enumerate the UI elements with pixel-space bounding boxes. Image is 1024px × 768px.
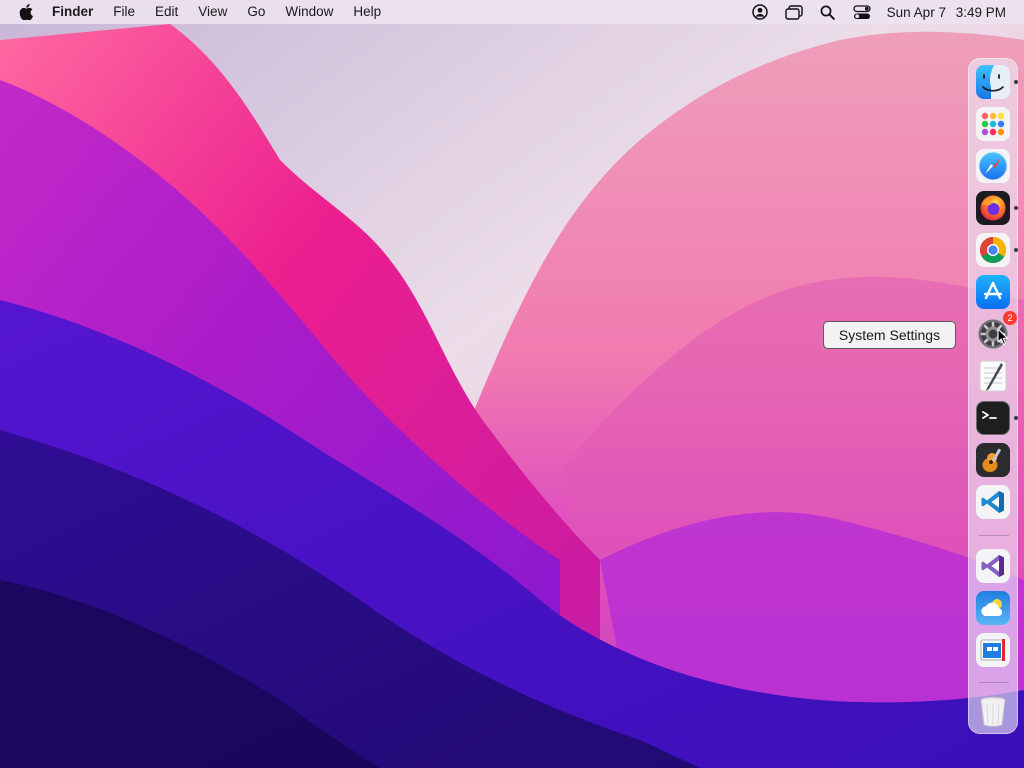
- remote-desktop-icon: [980, 639, 1005, 661]
- trash-icon: [980, 696, 1006, 727]
- menu-edit[interactable]: Edit: [145, 0, 188, 24]
- notification-badge: 2: [1003, 311, 1017, 325]
- user-account-icon[interactable]: [751, 3, 769, 21]
- dock-item-weather[interactable]: [976, 591, 1010, 625]
- screen-mirroring-icon[interactable]: [784, 3, 803, 21]
- dock-item-terminal[interactable]: [976, 401, 1010, 435]
- dock-item-firefox[interactable]: [976, 191, 1010, 225]
- firefox-icon: [980, 195, 1006, 221]
- dock: 2: [968, 58, 1018, 734]
- clock-time: 3:49 PM: [955, 4, 1006, 20]
- running-indicator-firefox: [1014, 206, 1018, 210]
- running-indicator-chrome: [1014, 248, 1018, 252]
- vscode-icon: [981, 491, 1004, 513]
- safari-icon: [978, 151, 1008, 181]
- dock-item-vscode[interactable]: [976, 485, 1010, 519]
- dock-item-launchpad[interactable]: [976, 107, 1010, 141]
- textedit-icon: [979, 360, 1007, 392]
- dock-item-textedit[interactable]: [976, 359, 1010, 393]
- dock-item-garageband[interactable]: [976, 443, 1010, 477]
- menu-bar-left: Finder File Edit View Go Window Help: [0, 0, 391, 24]
- dock-item-visual-studio[interactable]: [976, 549, 1010, 583]
- menu-bar: Finder File Edit View Go Window Help Sun…: [0, 0, 1024, 24]
- running-indicator-terminal: [1014, 416, 1018, 420]
- menu-window[interactable]: Window: [275, 0, 343, 24]
- menu-bar-clock[interactable]: Sun Apr 7 3:49 PM: [887, 5, 1006, 20]
- weather-icon: [981, 599, 1003, 616]
- chrome-icon: [979, 237, 1007, 264]
- dock-item-remote-desktop[interactable]: [976, 633, 1010, 667]
- desktop-wallpaper: [0, 0, 1024, 768]
- desktop: Finder File Edit View Go Window Help Sun…: [0, 0, 1024, 768]
- menu-view[interactable]: View: [188, 0, 237, 24]
- menu-help[interactable]: Help: [343, 0, 391, 24]
- visual-studio-icon: [981, 555, 1004, 577]
- dock-separator: [979, 535, 1009, 536]
- dock-item-app-store[interactable]: [976, 275, 1010, 309]
- spotlight-search-icon[interactable]: [819, 3, 837, 21]
- menu-file[interactable]: File: [103, 0, 145, 24]
- apple-logo-icon[interactable]: [0, 0, 52, 24]
- dock-item-safari[interactable]: [976, 149, 1010, 183]
- menu-bar-right: Sun Apr 7 3:49 PM: [743, 0, 1024, 24]
- garageband-icon: [982, 448, 1001, 472]
- menu-go[interactable]: Go: [237, 0, 275, 24]
- mouse-cursor-icon: [997, 328, 1009, 346]
- control-center-icon[interactable]: [853, 3, 871, 21]
- dock-item-trash[interactable]: [976, 695, 1010, 729]
- launchpad-icon: [981, 112, 1005, 136]
- dock-item-chrome[interactable]: [976, 233, 1010, 267]
- terminal-icon: [982, 411, 997, 419]
- dock-item-finder[interactable]: [976, 65, 1010, 99]
- finder-icon: [976, 65, 1010, 99]
- app-store-icon: [983, 281, 1003, 300]
- dock-tooltip: System Settings: [823, 321, 956, 349]
- menu-app-finder[interactable]: Finder: [52, 0, 103, 24]
- running-indicator-finder: [1014, 80, 1018, 84]
- dock-separator: [979, 682, 1009, 683]
- clock-date: Sun Apr 7: [886, 4, 946, 20]
